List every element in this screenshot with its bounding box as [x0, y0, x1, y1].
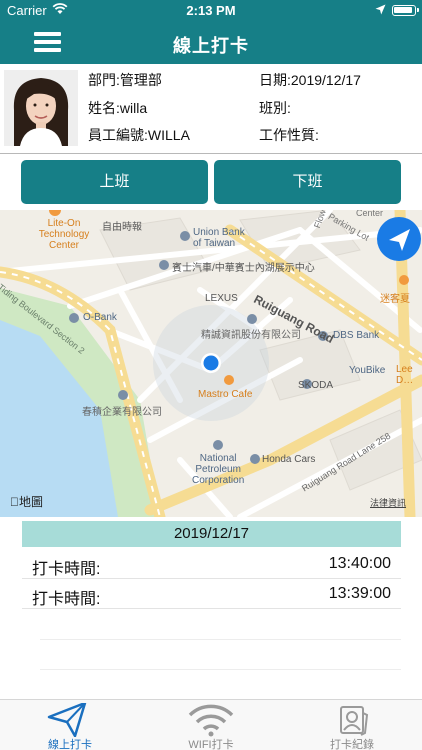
record-divider: [40, 669, 401, 670]
department-label: 部門:管理部: [88, 72, 162, 88]
name-label: 姓名:willa: [88, 100, 148, 116]
clock-in-button[interactable]: 上班: [21, 160, 208, 204]
record-time: 13:40:00: [328, 555, 391, 572]
record-row: 打卡時間: 13:39:00: [22, 579, 401, 609]
record-divider: [40, 639, 401, 640]
job-type-label: 工作性質:: [259, 127, 319, 143]
clock-out-button[interactable]: 下班: [214, 160, 401, 204]
map-label-union-bank: Union Bank of Taiwan: [193, 227, 245, 249]
profile-divider: [0, 153, 422, 154]
locate-me-button[interactable]: [377, 217, 421, 261]
map-label-skoda: SKODA: [298, 380, 334, 391]
send-arrow-icon: [45, 701, 95, 738]
map-label-national: National Petroleum Corporation: [192, 453, 245, 486]
map-label-chunji: 春積企業有限公司: [82, 407, 162, 418]
tab-label: 線上打卡: [48, 739, 92, 750]
map-label-lexus: LEXUS: [205, 293, 238, 304]
map-label-dbs: DBS Bank: [333, 330, 380, 341]
apple-logo-icon: : [10, 495, 19, 509]
page-title: 線上打卡: [173, 36, 249, 56]
battery-icon: [392, 5, 419, 16]
employee-id-label: 員工編號:WILLA: [88, 127, 190, 143]
apple-maps-logo: 地圖: [10, 493, 43, 510]
location-arrow-icon: [375, 3, 386, 18]
apple-maps-text: 地圖: [10, 495, 43, 509]
map-label-ziyou: 自由時報: [102, 222, 142, 233]
map-label-leede: Lee D…: [396, 364, 414, 386]
wifi-icon: [186, 703, 236, 737]
map-legal-link[interactable]: 法律資訊: [370, 496, 406, 509]
tab-wifi-clock[interactable]: WIFI打卡: [141, 700, 281, 750]
date-label: 日期:2019/12/17: [259, 72, 361, 88]
record-label: 打卡時間:: [32, 561, 101, 578]
app-header: Carrier 2:13 PM 線上打卡: [0, 0, 422, 64]
map-label-jingcheng: 精誠資訊股份有限公司: [201, 330, 301, 341]
map-label-mikawa: 迷客夏: [380, 294, 410, 305]
tab-online-clock[interactable]: 線上打卡: [0, 700, 140, 750]
record-time: 13:39:00: [328, 585, 391, 602]
map-label-obank: O-Bank: [83, 312, 117, 323]
map-label-center: Center: [356, 210, 384, 218]
avatar: [4, 70, 78, 146]
map-label-honda: Honda Cars: [262, 454, 316, 465]
map-label-showroom: 賓士汽車/中華賓士內湖展示中心: [172, 263, 315, 274]
tab-label: 打卡紀錄: [330, 739, 374, 750]
id-card-icon: [327, 703, 377, 737]
map-label-lite-on: Lite-On Technology Center: [38, 218, 90, 251]
status-bar: Carrier 2:13 PM: [0, 0, 422, 20]
tab-label: WIFI打卡: [188, 739, 234, 750]
records-date-header: 2019/12/17: [22, 521, 401, 547]
shift-label: 班別:: [259, 100, 291, 116]
status-time: 2:13 PM: [186, 3, 236, 18]
record-label: 打卡時間:: [32, 591, 101, 608]
record-row: 打卡時間: 13:40:00: [22, 549, 401, 579]
tab-clock-records[interactable]: 打卡紀錄: [282, 700, 422, 750]
tab-bar: 線上打卡 WIFI打卡 打卡紀錄: [0, 699, 422, 750]
map-label-mastro: Mastro Cafe: [198, 389, 253, 400]
map-label-youbike: YouBike: [349, 365, 386, 376]
map-view[interactable]: Lite-On Technology Center 自由時報 Union Ban…: [0, 210, 422, 517]
